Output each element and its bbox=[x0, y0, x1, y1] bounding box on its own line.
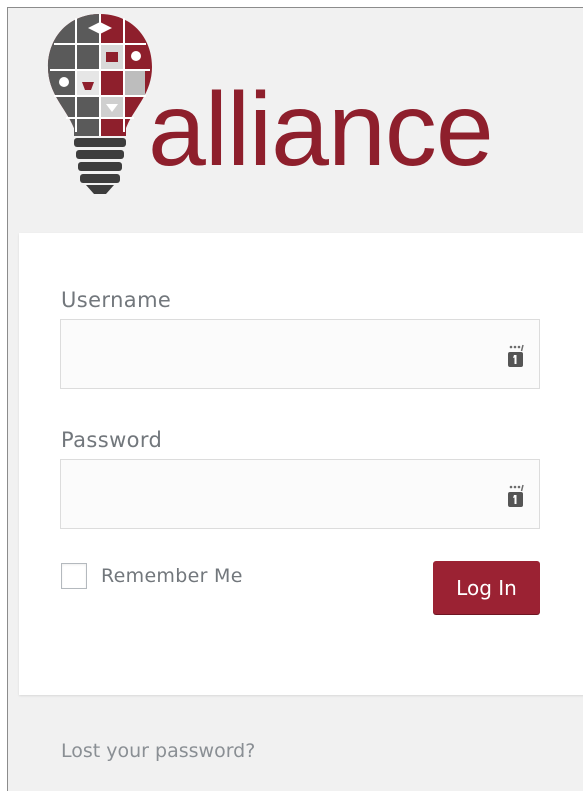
username-field[interactable] bbox=[60, 319, 540, 389]
login-page: alliance Username Password Remember Me L… bbox=[7, 7, 583, 791]
logo-wordmark: alliance bbox=[148, 72, 494, 188]
password-manager-key-icon[interactable] bbox=[503, 344, 527, 368]
password-field[interactable] bbox=[60, 459, 540, 529]
password-manager-key-icon[interactable] bbox=[503, 484, 527, 508]
password-input[interactable] bbox=[61, 460, 539, 528]
login-button[interactable]: Log In bbox=[433, 561, 540, 614]
remember-me-label[interactable]: Remember Me bbox=[101, 565, 243, 587]
login-form: Username Password Remember Me Log In bbox=[19, 233, 583, 695]
remember-me-checkbox[interactable] bbox=[61, 563, 87, 589]
site-logo[interactable]: alliance bbox=[44, 12, 583, 202]
username-label: Username bbox=[61, 288, 172, 312]
password-label: Password bbox=[61, 428, 163, 452]
lost-password-link[interactable]: Lost your password? bbox=[61, 740, 255, 762]
username-input[interactable] bbox=[61, 320, 539, 388]
lightbulb-logo-icon bbox=[48, 14, 152, 194]
